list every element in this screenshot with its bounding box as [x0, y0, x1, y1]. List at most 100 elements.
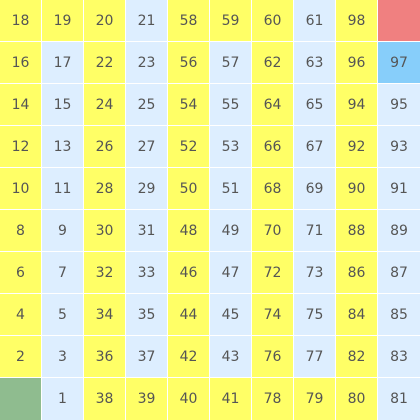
board-cell[interactable]: 59 — [210, 0, 252, 42]
board-cell[interactable]: 42 — [168, 336, 210, 378]
board-cell[interactable]: 54 — [168, 84, 210, 126]
board-cell[interactable]: 71 — [294, 210, 336, 252]
board-cell[interactable]: 92 — [336, 126, 378, 168]
board-cell[interactable]: 39 — [126, 378, 168, 420]
board-cell[interactable]: 50 — [168, 168, 210, 210]
board-cell[interactable]: 65 — [294, 84, 336, 126]
board-cell[interactable]: 84 — [336, 294, 378, 336]
board-cell[interactable]: 45 — [210, 294, 252, 336]
board-cell[interactable]: 63 — [294, 42, 336, 84]
board-cell[interactable]: 32 — [84, 252, 126, 294]
board-cell[interactable]: 96 — [336, 42, 378, 84]
board-cell[interactable]: 94 — [336, 84, 378, 126]
start-cell[interactable] — [0, 378, 42, 420]
board-cell[interactable]: 86 — [336, 252, 378, 294]
board-cell[interactable]: 55 — [210, 84, 252, 126]
board-cell[interactable]: 89 — [378, 210, 420, 252]
board-cell[interactable]: 57 — [210, 42, 252, 84]
board-cell[interactable]: 64 — [252, 84, 294, 126]
board-cell[interactable]: 48 — [168, 210, 210, 252]
board-cell[interactable]: 73 — [294, 252, 336, 294]
board-cell[interactable]: 76 — [252, 336, 294, 378]
board-cell[interactable]: 77 — [294, 336, 336, 378]
board-cell[interactable]: 38 — [84, 378, 126, 420]
board-cell[interactable]: 6 — [0, 252, 42, 294]
board-cell[interactable]: 36 — [84, 336, 126, 378]
board-cell[interactable]: 52 — [168, 126, 210, 168]
board-cell[interactable]: 2 — [0, 336, 42, 378]
board-cell[interactable]: 7 — [42, 252, 84, 294]
board-cell[interactable]: 83 — [378, 336, 420, 378]
board-cell[interactable]: 13 — [42, 126, 84, 168]
board-cell[interactable]: 61 — [294, 0, 336, 42]
board-cell[interactable]: 69 — [294, 168, 336, 210]
board-cell[interactable]: 67 — [294, 126, 336, 168]
board-cell[interactable]: 49 — [210, 210, 252, 252]
goal-cell[interactable] — [378, 0, 420, 42]
board-cell[interactable]: 22 — [84, 42, 126, 84]
board-cell[interactable]: 43 — [210, 336, 252, 378]
board-cell[interactable]: 15 — [42, 84, 84, 126]
board-cell[interactable]: 41 — [210, 378, 252, 420]
board-cell[interactable]: 18 — [0, 0, 42, 42]
board-cell[interactable]: 25 — [126, 84, 168, 126]
board-cell[interactable]: 51 — [210, 168, 252, 210]
board-cell[interactable]: 29 — [126, 168, 168, 210]
board-cell[interactable]: 31 — [126, 210, 168, 252]
board-cell[interactable]: 33 — [126, 252, 168, 294]
board-cell[interactable]: 74 — [252, 294, 294, 336]
board-cell[interactable]: 1 — [42, 378, 84, 420]
board-cell[interactable]: 81 — [378, 378, 420, 420]
board-cell[interactable]: 3 — [42, 336, 84, 378]
board-cell[interactable]: 12 — [0, 126, 42, 168]
board-cell[interactable]: 60 — [252, 0, 294, 42]
board-cell[interactable]: 68 — [252, 168, 294, 210]
board-cell[interactable]: 8 — [0, 210, 42, 252]
board-cell[interactable]: 16 — [0, 42, 42, 84]
board-cell[interactable]: 24 — [84, 84, 126, 126]
board-cell[interactable]: 82 — [336, 336, 378, 378]
board-cell[interactable]: 80 — [336, 378, 378, 420]
board-cell[interactable]: 17 — [42, 42, 84, 84]
board-cell[interactable]: 70 — [252, 210, 294, 252]
board-cell[interactable]: 14 — [0, 84, 42, 126]
board-cell[interactable]: 23 — [126, 42, 168, 84]
board-cell[interactable]: 91 — [378, 168, 420, 210]
board-cell[interactable]: 5 — [42, 294, 84, 336]
board-cell[interactable]: 27 — [126, 126, 168, 168]
board-cell[interactable]: 46 — [168, 252, 210, 294]
board-cell[interactable]: 56 — [168, 42, 210, 84]
board-cell[interactable]: 34 — [84, 294, 126, 336]
board-cell[interactable]: 87 — [378, 252, 420, 294]
board-cell[interactable]: 62 — [252, 42, 294, 84]
board-cell[interactable]: 58 — [168, 0, 210, 42]
board-cell[interactable]: 40 — [168, 378, 210, 420]
board-cell[interactable]: 66 — [252, 126, 294, 168]
board-cell[interactable]: 47 — [210, 252, 252, 294]
board-cell[interactable]: 28 — [84, 168, 126, 210]
board-cell[interactable]: 93 — [378, 126, 420, 168]
board-cell[interactable]: 79 — [294, 378, 336, 420]
board-cell[interactable]: 35 — [126, 294, 168, 336]
board-cell[interactable]: 98 — [336, 0, 378, 42]
board-cell[interactable]: 53 — [210, 126, 252, 168]
board-cell[interactable]: 26 — [84, 126, 126, 168]
board-cell[interactable]: 21 — [126, 0, 168, 42]
board-cell[interactable]: 90 — [336, 168, 378, 210]
board-cell[interactable]: 88 — [336, 210, 378, 252]
board-cell[interactable]: 78 — [252, 378, 294, 420]
board-cell[interactable]: 95 — [378, 84, 420, 126]
board-cell[interactable]: 9 — [42, 210, 84, 252]
board-cell[interactable]: 75 — [294, 294, 336, 336]
board-cell[interactable]: 4 — [0, 294, 42, 336]
board-cell[interactable]: 44 — [168, 294, 210, 336]
board-cell[interactable]: 85 — [378, 294, 420, 336]
board-cell[interactable]: 72 — [252, 252, 294, 294]
board-cell[interactable]: 30 — [84, 210, 126, 252]
board-cell[interactable]: 37 — [126, 336, 168, 378]
current-cell[interactable]: 97 — [378, 42, 420, 84]
board-cell[interactable]: 19 — [42, 0, 84, 42]
board-cell[interactable]: 11 — [42, 168, 84, 210]
board-cell[interactable]: 10 — [0, 168, 42, 210]
board-cell[interactable]: 20 — [84, 0, 126, 42]
